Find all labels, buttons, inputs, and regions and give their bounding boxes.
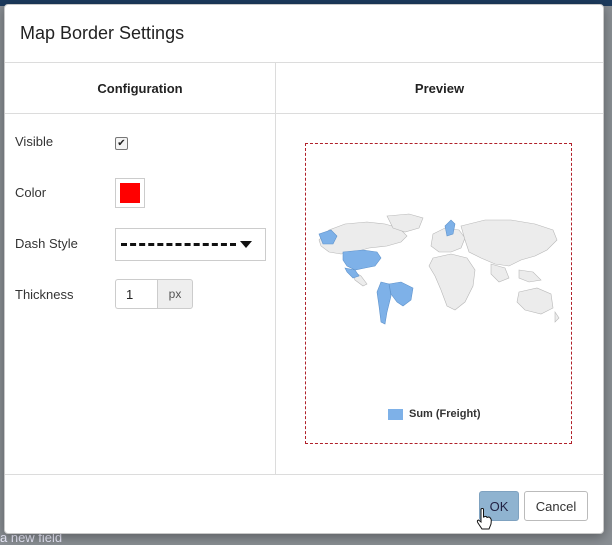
footer-divider (5, 474, 603, 475)
check-mark-icon: ✔ (117, 138, 126, 149)
thickness-input[interactable] (115, 279, 157, 309)
world-map (318, 213, 560, 325)
south-asia-landmass (490, 263, 510, 283)
dash-style-label: Dash Style (15, 236, 78, 251)
map-preview: Sum (Freight) (305, 143, 572, 444)
usa-region (342, 249, 382, 271)
color-picker[interactable] (115, 178, 145, 208)
new-zealand-landmass (554, 311, 560, 323)
australia-landmass (516, 287, 554, 315)
visible-label: Visible (15, 134, 54, 149)
cancel-button[interactable]: Cancel (524, 491, 588, 521)
asia-landmass (460, 219, 558, 267)
legend-swatch (388, 408, 403, 420)
color-swatch (120, 183, 140, 203)
southeast-asia-landmass (518, 269, 542, 283)
legend-label: Sum (Freight) (409, 408, 481, 420)
west-south-america-region (376, 281, 392, 325)
africa-landmass (428, 253, 476, 311)
configuration-header: Configuration (97, 80, 183, 96)
preview-header: Preview (414, 80, 465, 96)
dash-style-select[interactable] (115, 228, 266, 261)
dialog-title: Map Border Settings (20, 23, 185, 43)
visible-checkbox[interactable]: ✔ (115, 137, 128, 150)
thickness-unit: px (157, 279, 193, 309)
panel-divider (275, 62, 276, 475)
map-legend: Sum (Freight) (388, 408, 481, 420)
dash-style-preview (121, 243, 236, 246)
brazil-region (388, 281, 414, 307)
caret-down-icon (240, 241, 252, 248)
hand-pointer-icon (476, 508, 492, 530)
thickness-label: Thickness (15, 287, 74, 302)
color-label: Color (15, 185, 47, 200)
map-border-settings-dialog: Map Border Settings Configuration Previe… (4, 4, 604, 534)
